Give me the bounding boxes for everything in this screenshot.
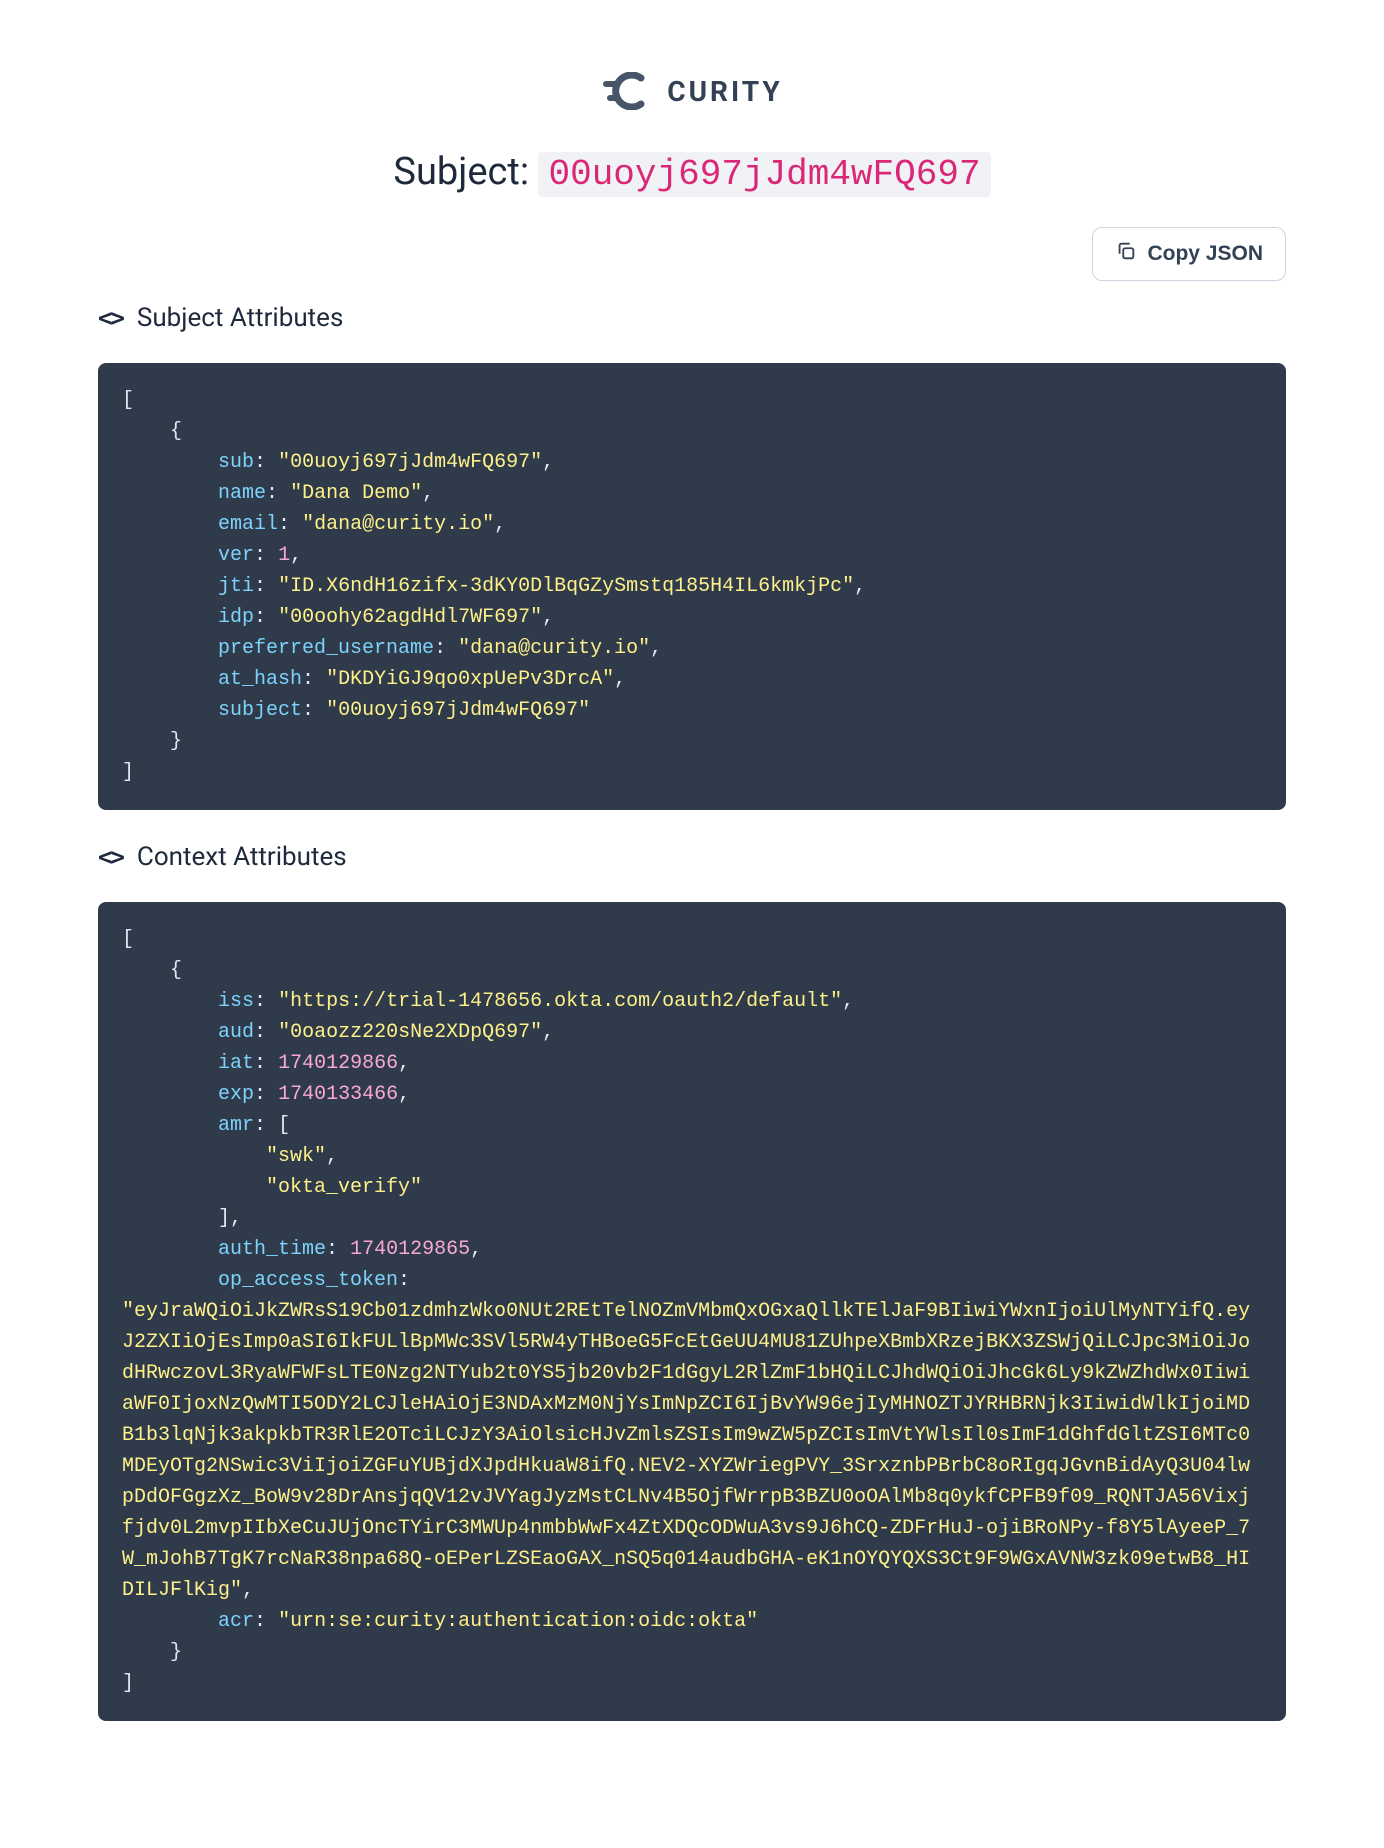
brand-logo: CURITY	[98, 48, 1286, 150]
subject-attributes-code: [ { sub: "00uoyj697jJdm4wFQ697", name: "…	[98, 363, 1286, 810]
subject-heading: Subject: 00uoyj697jJdm4wFQ697	[98, 150, 1286, 195]
subject-value: 00uoyj697jJdm4wFQ697	[538, 152, 990, 197]
copy-icon	[1115, 240, 1137, 268]
context-attributes-heading: <> Context Attributes	[98, 842, 1286, 872]
subject-label: Subject:	[393, 150, 529, 194]
brand-name: CURITY	[667, 75, 782, 108]
curity-logo-icon	[601, 72, 653, 110]
copy-json-button[interactable]: Copy JSON	[1092, 227, 1286, 281]
code-icon: <>	[98, 843, 123, 871]
details-card: CURITY Subject: 00uoyj697jJdm4wFQ697 Cop…	[28, 28, 1356, 1793]
copy-json-label: Copy JSON	[1147, 242, 1263, 266]
code-icon: <>	[98, 304, 123, 332]
subject-attributes-heading: <> Subject Attributes	[98, 303, 1286, 333]
context-attributes-code: [ { iss: "https://trial-1478656.okta.com…	[98, 902, 1286, 1721]
